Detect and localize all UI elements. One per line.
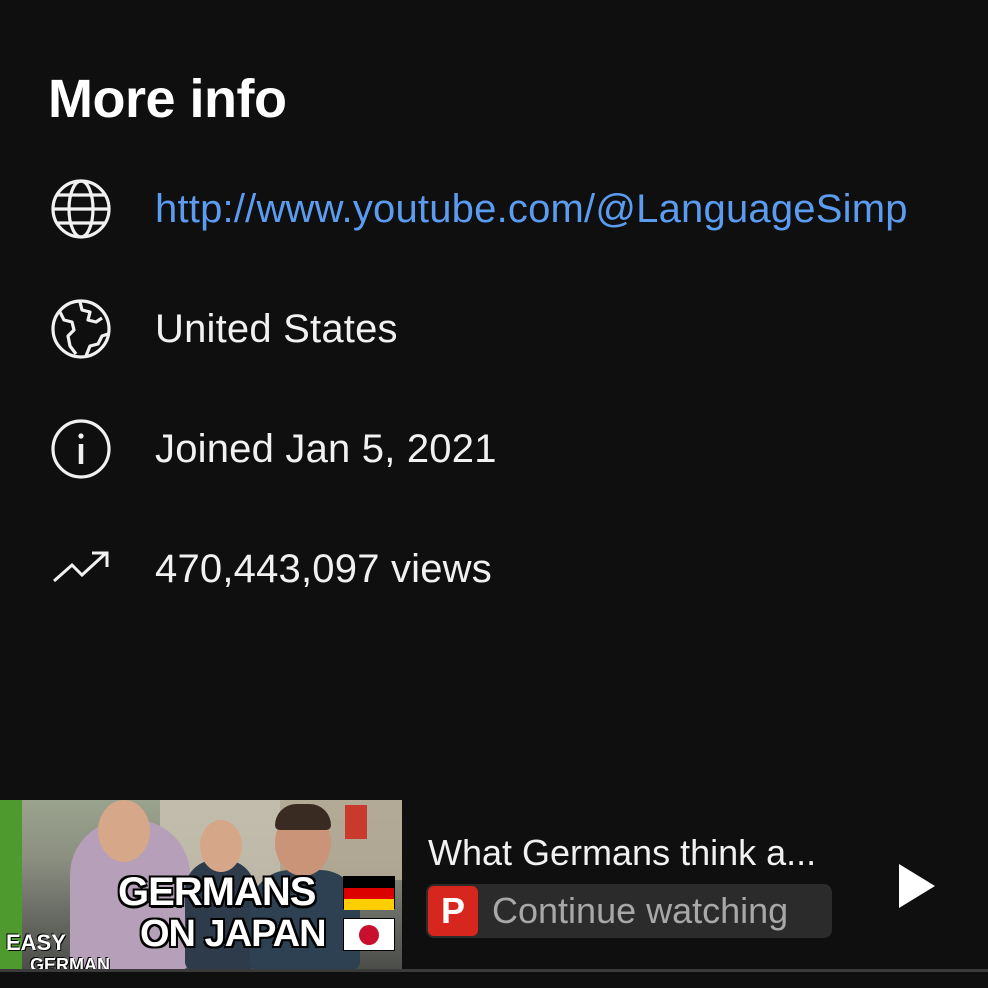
info-row-views: 470,443,097 views [48,529,988,609]
earth-icon [48,296,114,362]
info-row-country: United States [48,289,988,369]
play-icon [899,864,935,908]
thumbnail-text-line1: GERMANS [118,870,316,914]
info-row-joined: Joined Jan 5, 2021 [48,409,988,489]
info-row-link[interactable]: http://www.youtube.com/@LanguageSimp [48,169,988,249]
mini-player-progress-track [0,969,988,972]
views-text: 470,443,097 views [155,546,492,591]
mini-player-title[interactable]: What Germans think a... [428,832,848,874]
thumbnail-brand-line1: EASY [6,930,66,955]
japan-flag-icon [343,918,395,951]
globe-icon [48,176,114,242]
info-icon [48,416,114,482]
thumbnail-text-line2: ON JAPAN [140,913,327,955]
app-badge-icon: P [428,886,478,936]
country-text: United States [155,306,398,351]
german-flag-icon [343,876,395,910]
joined-date-text: Joined Jan 5, 2021 [155,426,497,471]
channel-link[interactable]: http://www.youtube.com/@LanguageSimp [155,187,908,232]
section-title: More info [48,69,287,129]
video-thumbnail[interactable]: GERMANS ON JAPAN EASY GERMAN [0,800,402,970]
channel-about-page: More info http://www.youtube.com/@Langua… [0,0,988,988]
continue-watching-label: Continue watching [492,890,789,931]
thumbnail-brand-line2: GERMAN [30,955,110,970]
trending-up-icon [48,536,114,602]
continue-watching-button[interactable]: P Continue watching [426,884,832,938]
play-button[interactable] [892,858,942,914]
mini-player[interactable]: GERMANS ON JAPAN EASY GERMAN What German… [0,800,988,972]
